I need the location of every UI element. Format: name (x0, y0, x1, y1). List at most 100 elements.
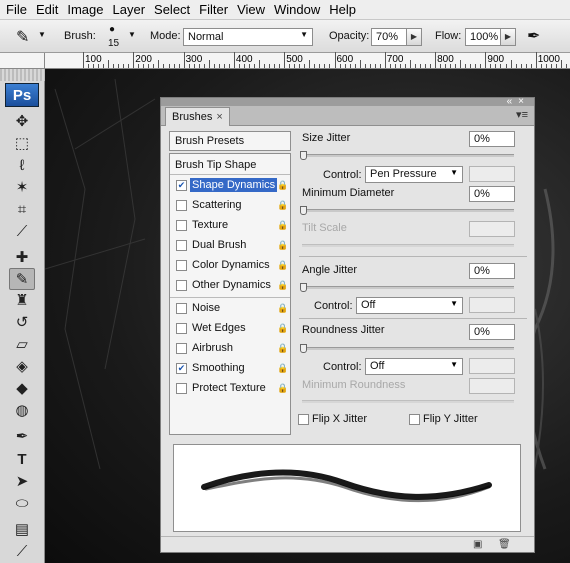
lock-icon[interactable]: 🔒 (277, 363, 288, 374)
lock-icon[interactable]: 🔒 (277, 280, 288, 291)
checkbox[interactable] (176, 240, 187, 251)
menu-edit[interactable]: Edit (34, 2, 65, 17)
size-jitter-slider[interactable] (302, 154, 514, 157)
close-tab-icon[interactable]: × (216, 111, 222, 123)
lock-icon[interactable]: 🔒 (277, 303, 288, 314)
panel-title-strip[interactable]: «× (161, 96, 534, 107)
clone-stamp-tool-icon[interactable]: ♜ (9, 290, 35, 312)
brush-tool-icon[interactable]: ✎ (16, 27, 29, 47)
menu-image[interactable]: Image (65, 2, 110, 17)
list-item-texture[interactable]: Texture 🔒 (170, 216, 290, 236)
opacity-slider-button[interactable]: ▶ (406, 28, 422, 46)
ellipse-tool-icon[interactable]: ⬭ (9, 493, 35, 515)
checkbox[interactable] (176, 260, 187, 271)
checkbox[interactable] (176, 303, 187, 314)
new-preset-icon[interactable]: ▣ (473, 539, 482, 550)
lock-icon[interactable]: 🔒 (277, 200, 288, 211)
angle-jitter-input[interactable]: 0% (469, 263, 515, 279)
tab-brushes[interactable]: Brushes × (165, 107, 230, 126)
size-jitter-input[interactable]: 0% (469, 131, 515, 147)
list-item-other-dynamics[interactable]: Other Dynamics 🔒 (170, 276, 290, 296)
checkbox[interactable]: ✔ (176, 363, 187, 374)
list-item-protect-texture[interactable]: Protect Texture 🔒 (170, 379, 290, 399)
brush-tip-icon[interactable]: ● (109, 24, 115, 35)
trash-icon[interactable]: 🗑 (498, 539, 511, 550)
list-item-noise[interactable]: Noise 🔒 (170, 299, 290, 319)
roundness-jitter-input[interactable]: 0% (469, 324, 515, 340)
brush-tool-icon[interactable]: ✎ (9, 268, 35, 290)
pen-tool-icon[interactable]: ✒ (9, 426, 35, 448)
notes-tool-icon[interactable]: ▤ (9, 519, 35, 541)
toolbar-grip[interactable] (0, 69, 45, 81)
ps-logo[interactable]: Ps (5, 83, 39, 107)
checkbox[interactable] (176, 200, 187, 211)
checkbox[interactable] (176, 343, 187, 354)
eyedropper-tool-icon[interactable]: ⟋ (9, 221, 35, 243)
flow-slider-button[interactable]: ▶ (500, 28, 516, 46)
checkbox[interactable] (176, 280, 187, 291)
mode-select[interactable]: Normal ▼ (183, 28, 313, 46)
menu-layer[interactable]: Layer (111, 2, 153, 17)
lasso-tool-icon[interactable]: ℓ (9, 155, 35, 177)
checkbox[interactable] (176, 220, 187, 231)
control-select[interactable]: Off ▼ (365, 358, 463, 375)
size-jitter-slider-thumb[interactable] (300, 151, 307, 160)
marquee-tool-icon[interactable]: ⬚ (9, 133, 35, 155)
control-select[interactable]: Off ▼ (356, 297, 463, 314)
angle-jitter-slider-thumb[interactable] (300, 283, 307, 292)
list-item-color-dynamics[interactable]: Color Dynamics 🔒 (170, 256, 290, 276)
list-item-shape-dynamics[interactable]: ✔ Shape Dynamics 🔒 (170, 176, 290, 196)
list-item-wet-edges[interactable]: Wet Edges 🔒 (170, 319, 290, 339)
crop-tool-icon[interactable]: ⌗ (9, 199, 35, 221)
lock-icon[interactable]: 🔒 (277, 383, 288, 394)
eyedropper-2-tool-icon[interactable]: ⟋ (9, 541, 35, 563)
magic-wand-tool-icon[interactable]: ✶ (9, 177, 35, 199)
menu-file[interactable]: File (4, 2, 34, 17)
angle-jitter-slider[interactable] (302, 286, 514, 289)
flow-input[interactable]: 100% (465, 28, 501, 46)
move-tool-icon[interactable]: ✥ (9, 111, 35, 133)
roundness-jitter-slider-thumb[interactable] (300, 344, 307, 353)
minimum-diameter-slider[interactable] (302, 209, 514, 212)
dodge-tool-icon[interactable]: ◍ (9, 400, 35, 422)
checkbox[interactable] (176, 323, 187, 334)
lock-icon[interactable]: 🔒 (277, 323, 288, 334)
opacity-input[interactable]: 70% (371, 28, 407, 46)
checkbox[interactable] (176, 383, 187, 394)
menu-view[interactable]: View (235, 2, 272, 17)
menu-filter[interactable]: Filter (197, 2, 235, 17)
brush-presets-button[interactable]: Brush Presets (169, 131, 291, 151)
minimum-diameter-input[interactable]: 0% (469, 186, 515, 202)
list-item-dual-brush[interactable]: Dual Brush 🔒 (170, 236, 290, 256)
lock-icon[interactable]: 🔒 (277, 240, 288, 251)
roundness-jitter-slider[interactable] (302, 347, 514, 350)
healing-brush-tool-icon[interactable]: ✚ (9, 247, 35, 269)
control-select[interactable]: Pen Pressure ▼ (365, 166, 463, 183)
brush-tip-shape-item[interactable]: Brush Tip Shape (170, 154, 290, 174)
flip-y-checkbox[interactable] (409, 414, 420, 425)
tool-preset-chevron-icon[interactable]: ▼ (38, 30, 46, 39)
list-item-airbrush[interactable]: Airbrush 🔒 (170, 339, 290, 359)
history-brush-tool-icon[interactable]: ↺ (9, 312, 35, 334)
brush-picker-chevron-icon[interactable]: ▼ (128, 30, 136, 39)
list-item-smoothing[interactable]: ✔ Smoothing 🔒 (170, 359, 290, 379)
panel-menu-icon[interactable]: ▾≡ (516, 108, 528, 121)
menu-help[interactable]: Help (327, 2, 363, 17)
blur-tool-icon[interactable]: ◆ (9, 378, 35, 400)
lock-icon[interactable]: 🔒 (277, 220, 288, 231)
checkbox[interactable]: ✔ (176, 180, 187, 191)
path-selection-tool-icon[interactable]: ➤ (9, 471, 35, 493)
menu-select[interactable]: Select (152, 2, 197, 17)
airbrush-icon[interactable]: ✒ (527, 26, 540, 46)
control-value: Pen Pressure (370, 168, 437, 180)
type-tool-icon[interactable]: T (9, 449, 35, 471)
lock-icon[interactable]: 🔒 (277, 260, 288, 271)
list-item-scattering[interactable]: Scattering 🔒 (170, 196, 290, 216)
lock-icon[interactable]: 🔒 (277, 180, 288, 191)
eraser-tool-icon[interactable]: ▱ (9, 334, 35, 356)
flip-x-checkbox[interactable] (298, 414, 309, 425)
lock-icon[interactable]: 🔒 (277, 343, 288, 354)
menu-window[interactable]: Window (272, 2, 327, 17)
minimum-diameter-slider-thumb[interactable] (300, 206, 307, 215)
paint-bucket-tool-icon[interactable]: ◈ (9, 356, 35, 378)
